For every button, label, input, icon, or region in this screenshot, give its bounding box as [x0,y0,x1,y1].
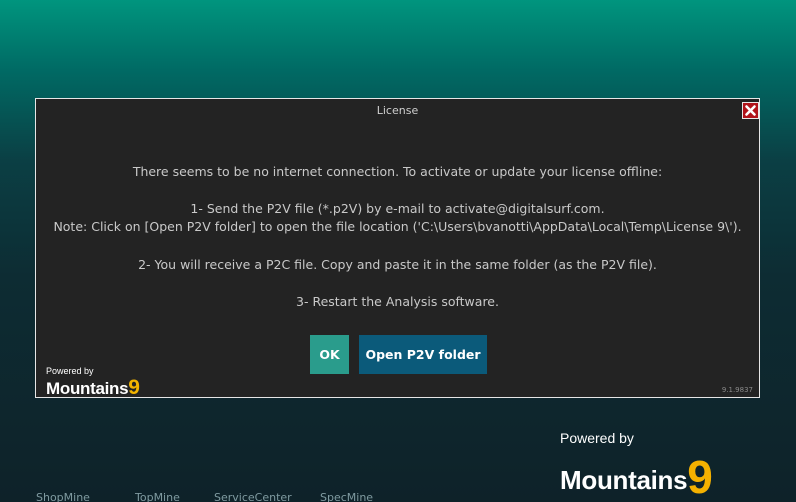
message-step-1: 1- Send the P2V file (*.p2V) by e-mail t… [190,201,605,216]
dialog-logo-brand: Mountains [46,379,129,398]
message-step-2: 2- You will receive a P2C file. Copy and… [138,257,657,272]
ok-button[interactable]: OK [310,335,349,374]
taskbar-item[interactable]: ServiceCenter [214,491,292,502]
desktop-background: License There seems to be no internet co… [0,0,796,502]
message-note: Note: Click on [Open P2V folder] to open… [53,219,742,234]
message-intro: There seems to be no internet connection… [132,164,663,179]
taskbar-item[interactable]: SpecMine [320,491,373,502]
close-icon [745,105,756,116]
open-p2v-folder-button[interactable]: Open P2V folder [359,335,487,374]
taskbar-item[interactable]: TopMine [135,491,180,502]
dialog-logo-version-digit: 9 [128,376,140,399]
taskbar-item[interactable]: ShopMine [36,491,90,502]
background-logo-powered-by: Powered by [560,430,634,446]
dialog-title: License [376,104,419,117]
dialog-logo: Powered by Mountains9 [46,366,140,400]
taskbar-labels: ShopMine TopMine ServiceCenter SpecMine [0,490,796,502]
license-dialog: License There seems to be no internet co… [35,98,760,400]
dialog-logo-powered-by: Powered by [46,366,94,376]
message-step-3: 3- Restart the Analysis software. [296,294,499,309]
close-button[interactable] [742,102,759,119]
version-label: 9.1.9837 [721,386,753,394]
